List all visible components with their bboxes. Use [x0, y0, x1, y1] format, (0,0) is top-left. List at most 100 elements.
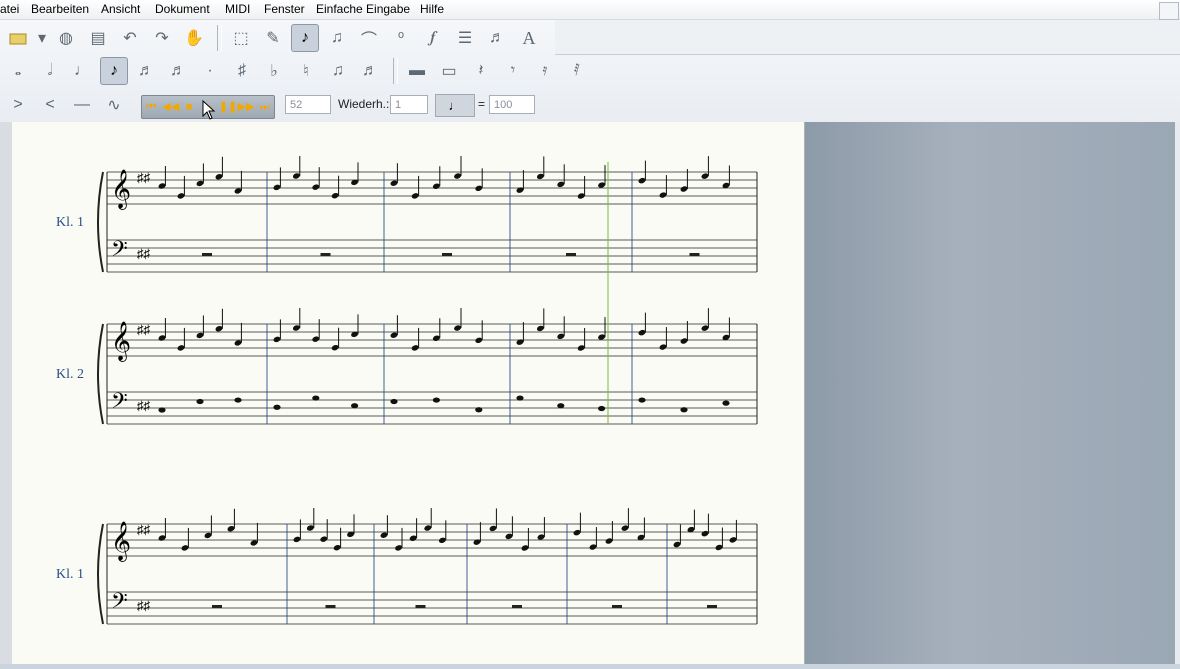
menu-bearbeiten[interactable]: Bearbeiten — [31, 2, 89, 16]
rewind-start-icon[interactable]: ⏮ — [143, 100, 159, 114]
treble-clef: 𝄞 — [111, 169, 131, 210]
dropdown-icon[interactable]: ▾ — [36, 24, 48, 52]
repeat-label: Wiederh.: — [338, 97, 390, 111]
key-sig-treble: ♯♯ — [137, 522, 150, 537]
eighth-note-icon[interactable]: ♪ — [100, 57, 128, 85]
brace — [97, 171, 104, 273]
text-block-icon[interactable]: ☰ — [451, 24, 479, 52]
bass-clef: 𝄢 — [111, 237, 128, 267]
bass-notehead — [598, 405, 606, 412]
rewind-icon[interactable]: ◀◀ — [162, 100, 179, 114]
tempo-note-select[interactable]: ♩ — [435, 94, 475, 117]
redo-icon[interactable]: ↷ — [148, 24, 176, 52]
sharp-icon[interactable]: ♯ — [228, 57, 256, 85]
treble-clef: 𝄞 — [111, 321, 131, 362]
eighth-rest-icon[interactable]: 𝄾 — [499, 57, 527, 85]
menu-datei[interactable]: atei — [0, 2, 19, 16]
whole-rest — [707, 605, 717, 608]
select-icon[interactable]: ⬚ — [227, 24, 255, 52]
natural-icon[interactable]: ♮ — [292, 57, 320, 85]
bass-notehead — [273, 404, 281, 410]
slur-icon[interactable]: ⌒ — [355, 24, 383, 52]
stop-icon[interactable]: ■ — [181, 100, 197, 114]
brace — [97, 523, 104, 625]
whole-rest — [442, 253, 452, 256]
flat-icon[interactable]: ♭ — [260, 57, 288, 85]
folder-icon[interactable] — [4, 24, 32, 52]
vertical-scrollbar[interactable] — [1175, 122, 1180, 664]
forward-icon[interactable]: ▶▶ — [238, 100, 255, 114]
print-icon[interactable]: ▤ — [84, 24, 112, 52]
edit-icon[interactable]: ✎ — [259, 24, 287, 52]
score-canvas: Kl. 1 𝄞 𝄢 ♯♯ ♯♯ Kl. 2 𝄞 𝄢 ♯♯ ♯♯ Kl. 1 𝄞 𝄢 ♯♯ ♯♯ — [56, 156, 758, 625]
key-sig-treble: ♯♯ — [137, 170, 150, 185]
whole-rest — [212, 605, 222, 608]
menu-ansicht[interactable]: Ansicht — [101, 2, 140, 16]
bass-notehead — [680, 407, 688, 413]
ornament-icon[interactable]: ᵒ — [387, 24, 415, 52]
half-note-icon[interactable]: 𝅗𝅥 — [36, 57, 64, 85]
text-icon[interactable]: A — [515, 24, 543, 52]
toolbar-background — [555, 20, 1180, 55]
whole-note-icon[interactable]: 𝅝 — [4, 57, 32, 85]
sixteenth-note-icon[interactable]: ♬ — [132, 57, 160, 85]
disk-icon[interactable]: ◍ — [52, 24, 80, 52]
main-toolbar: ▾ ◍ ▤ ↶ ↷ ✋ ⬚ ✎ ♪ ♫ ⌒ ᵒ 𝆑 ☰ ♬ A — [4, 22, 547, 54]
key-sig-bass: ♯♯ — [137, 598, 150, 613]
menu-fenster[interactable]: Fenster — [264, 2, 305, 16]
repeat-select[interactable]: 1 — [390, 95, 428, 114]
bass-notehead — [722, 400, 730, 406]
whole-rest — [689, 253, 700, 256]
triplet-icon[interactable]: ♬ — [356, 57, 384, 85]
menu-midi[interactable]: MIDI — [225, 2, 250, 16]
key-sig-bass: ♯♯ — [137, 246, 150, 261]
sixteenth-rest-icon[interactable]: 𝄿 — [531, 57, 559, 85]
notes-icon[interactable]: ♫ — [323, 24, 351, 52]
half-rest-icon[interactable]: ▭ — [435, 57, 463, 85]
mouse-cursor-icon — [202, 100, 216, 120]
bass-clef: 𝄢 — [111, 589, 128, 619]
bass-notehead — [196, 398, 204, 405]
toolbar-separator — [393, 58, 398, 84]
menu-hilfe[interactable]: Hilfe — [420, 2, 444, 16]
thirtysecond-note-icon[interactable]: ♬ — [164, 57, 192, 85]
curve-icon[interactable]: ∿ — [100, 91, 128, 119]
measure-spinner[interactable]: 52 — [285, 95, 331, 114]
pause-icon[interactable]: ❚❚ — [219, 100, 237, 114]
bass-notehead — [432, 397, 440, 403]
hand-icon[interactable]: ✋ — [180, 24, 208, 52]
undo-icon[interactable]: ↶ — [116, 24, 144, 52]
quarter-note-icon[interactable]: ♩ — [68, 57, 96, 85]
tie-icon[interactable]: ♫ — [324, 57, 352, 85]
tempo-spinner[interactable]: 100 — [489, 95, 535, 114]
thirtysecond-rest-icon[interactable]: 𝅀 — [563, 57, 591, 85]
crescendo-icon[interactable]: < — [36, 91, 64, 119]
line-icon[interactable]: — — [68, 91, 96, 119]
instrument-label: Kl. 2 — [56, 367, 84, 382]
bass-notehead — [234, 397, 242, 403]
whole-rest — [320, 253, 331, 256]
lyrics-icon[interactable]: ♬ — [483, 24, 511, 52]
dynamics-icon[interactable]: 𝆑 — [419, 24, 447, 52]
dot-icon[interactable]: · — [196, 57, 224, 85]
note-toolbar: 𝅝 𝅗𝅥 ♩ ♪ ♬ ♬ · ♯ ♭ ♮ ♫ ♬ ▬ ▭ 𝄽 𝄾 𝄿 𝅀 — [4, 55, 595, 87]
note-icon[interactable]: ♪ — [291, 24, 319, 52]
menu-bar: atei Bearbeiten Ansicht Dokument MIDI Fe… — [0, 0, 1180, 20]
key-sig-bass: ♯♯ — [137, 398, 150, 413]
whole-rest — [202, 253, 212, 256]
key-sig-treble: ♯♯ — [137, 322, 150, 337]
whole-rest — [415, 605, 426, 608]
whole-rest-icon[interactable]: ▬ — [403, 57, 431, 85]
quarter-rest-icon[interactable]: 𝄽 — [467, 57, 495, 85]
instrument-label: Kl. 1 — [56, 215, 84, 230]
bass-clef: 𝄢 — [111, 389, 128, 419]
bass-notehead — [516, 395, 524, 401]
window-close-button[interactable] — [1159, 2, 1179, 20]
decrescendo-icon[interactable]: > — [4, 91, 32, 119]
toolbar-separator — [217, 25, 222, 51]
score-page: Kl. 1 𝄞 𝄢 ♯♯ ♯♯ Kl. 2 𝄞 𝄢 ♯♯ ♯♯ Kl. 1 𝄞 𝄢 ♯♯ ♯♯ — [12, 122, 805, 664]
menu-dokument[interactable]: Dokument — [155, 2, 210, 16]
menu-einfache-eingabe[interactable]: Einfache Eingabe — [316, 2, 410, 16]
bass-notehead — [390, 398, 398, 405]
forward-end-icon[interactable]: ⏭ — [256, 100, 272, 114]
